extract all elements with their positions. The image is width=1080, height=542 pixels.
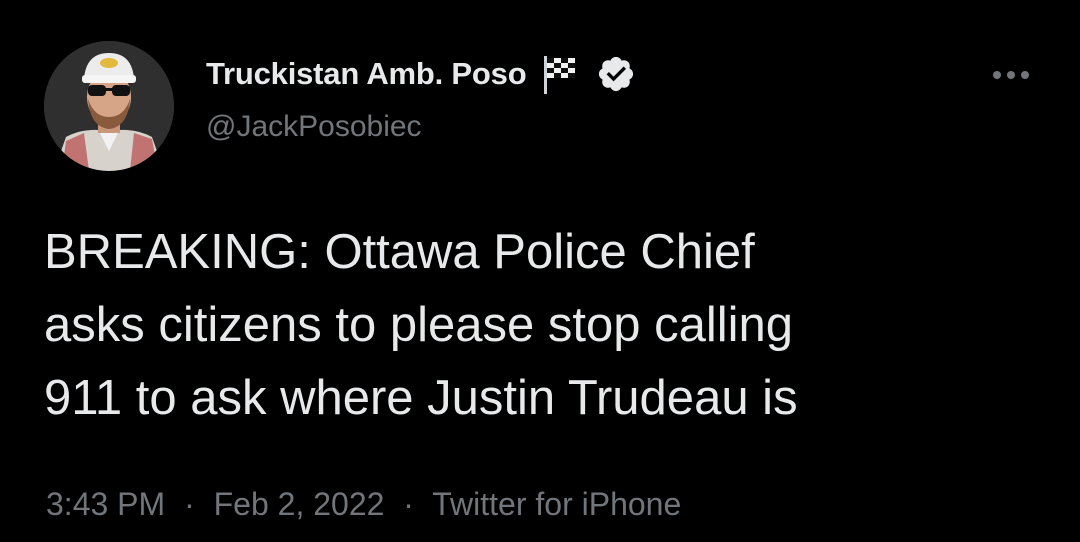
tweet-time[interactable]: 3:43 PM xyxy=(46,486,165,522)
more-dots-icon xyxy=(993,71,1029,79)
tweet-text-line: BREAKING: Ottawa Police Chief xyxy=(44,225,755,279)
avatar[interactable] xyxy=(44,41,174,171)
tweet-text-line: 911 to ask where Justin Trudeau is xyxy=(44,371,798,425)
author-handle[interactable]: @JackPosobiec xyxy=(206,110,422,144)
author-name-row[interactable]: Truckistan Amb. Poso xyxy=(206,52,636,96)
tweet-text-line: asks citizens to please stop calling xyxy=(44,298,793,352)
tweet-meta: 3:43 PM · Feb 2, 2022 · Twitter for iPho… xyxy=(46,486,681,523)
checkered-flag-icon xyxy=(540,52,580,96)
separator: · xyxy=(184,486,195,522)
tweet-text: BREAKING: Ottawa Police Chief asks citiz… xyxy=(44,216,1034,435)
avatar-image xyxy=(44,41,174,171)
separator: · xyxy=(403,486,414,522)
verified-badge-icon xyxy=(596,54,636,94)
tweet-date[interactable]: Feb 2, 2022 xyxy=(214,486,385,522)
more-options-button[interactable] xyxy=(986,58,1036,92)
author-display-name[interactable]: Truckistan Amb. Poso xyxy=(206,56,527,92)
tweet-source[interactable]: Twitter for iPhone xyxy=(432,486,681,522)
tweet: Truckistan Amb. Poso @JackPosobiec BREAK… xyxy=(0,0,1080,542)
